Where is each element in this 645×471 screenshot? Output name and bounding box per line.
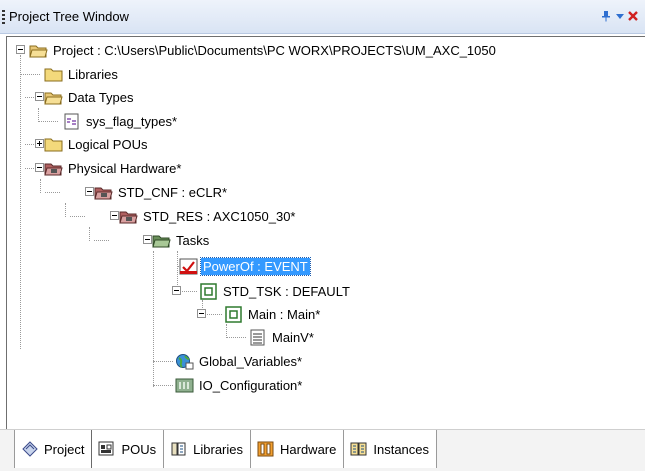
close-icon[interactable] [626, 9, 640, 23]
open-folder-icon [29, 45, 48, 57]
tree-item-libraries[interactable]: Libraries [44, 64, 120, 84]
tab-hardware-label: Hardware [280, 441, 337, 457]
variables-sheet-icon [250, 329, 265, 345]
tab-project[interactable]: Project [14, 430, 93, 468]
grip-handle[interactable] [2, 10, 5, 24]
cyclic-task-icon [200, 282, 217, 300]
hardware-icon [257, 441, 274, 457]
tab-libraries[interactable]: Libraries [164, 430, 251, 468]
tree-item-main[interactable]: Main : Main* [224, 304, 322, 324]
title-bar: Project Tree Window [0, 0, 645, 34]
tree-item-std-cnf[interactable]: STD_CNF : eCLR* [94, 182, 229, 202]
pin-icon[interactable] [599, 9, 613, 23]
io-configuration-icon [175, 378, 194, 392]
bottom-tabs: Project POUs Libraries Hardware Instance… [14, 430, 438, 468]
tree-item-logical-pous[interactable]: Logical POUs [44, 134, 149, 154]
tree-item-global-variables[interactable]: Global_Variables* [175, 351, 304, 371]
project-icon [22, 441, 38, 457]
program-instance-icon [225, 305, 242, 323]
tree-item-data-types[interactable]: Data Types [44, 87, 136, 107]
libraries-icon [171, 442, 186, 456]
event-task-icon [179, 258, 198, 274]
tree-item-physical-hardware[interactable]: Physical Hardware* [44, 158, 183, 178]
tab-pous[interactable]: POUs [92, 430, 165, 468]
tree-item-powerof[interactable]: PowerOf : EVENT [179, 256, 311, 276]
tree-item-project[interactable]: Project : C:\Users\Public\Documents\PC W… [29, 40, 498, 60]
tab-libraries-label: Libraries [193, 441, 243, 457]
dropdown-arrow-icon[interactable] [613, 9, 627, 23]
tab-project-label: Project [44, 441, 85, 457]
hardware-folder-icon [44, 163, 63, 175]
tree-item-sys-flag-types[interactable]: sys_flag_types* [62, 111, 179, 131]
tree-item-mainv[interactable]: MainV* [248, 327, 316, 347]
pous-icon [98, 441, 114, 456]
configuration-icon [94, 187, 113, 199]
globe-icon [176, 353, 194, 369]
folder-icon [44, 138, 63, 151]
tree-item-io-configuration[interactable]: IO_Configuration* [175, 375, 304, 395]
open-folder-icon [44, 92, 63, 104]
tab-instances[interactable]: Instances [344, 430, 438, 468]
tab-pous-label: POUs [121, 441, 157, 457]
tab-instances-label: Instances [373, 441, 430, 457]
tab-hardware[interactable]: Hardware [251, 430, 345, 468]
tree-item-std-tsk[interactable]: STD_TSK : DEFAULT [199, 281, 352, 301]
instances-icon [350, 442, 367, 456]
project-tree[interactable]: Project : C:\Users\Public\Documents\PC W… [6, 36, 645, 429]
tasks-folder-icon [152, 235, 171, 247]
resource-icon [119, 211, 138, 223]
tree-item-std-res[interactable]: STD_RES : AXC1050_30* [119, 206, 297, 226]
datatype-file-icon [64, 113, 79, 129]
tree-item-tasks[interactable]: Tasks [152, 230, 211, 250]
window-title: Project Tree Window [9, 9, 129, 24]
folder-icon [44, 68, 63, 81]
